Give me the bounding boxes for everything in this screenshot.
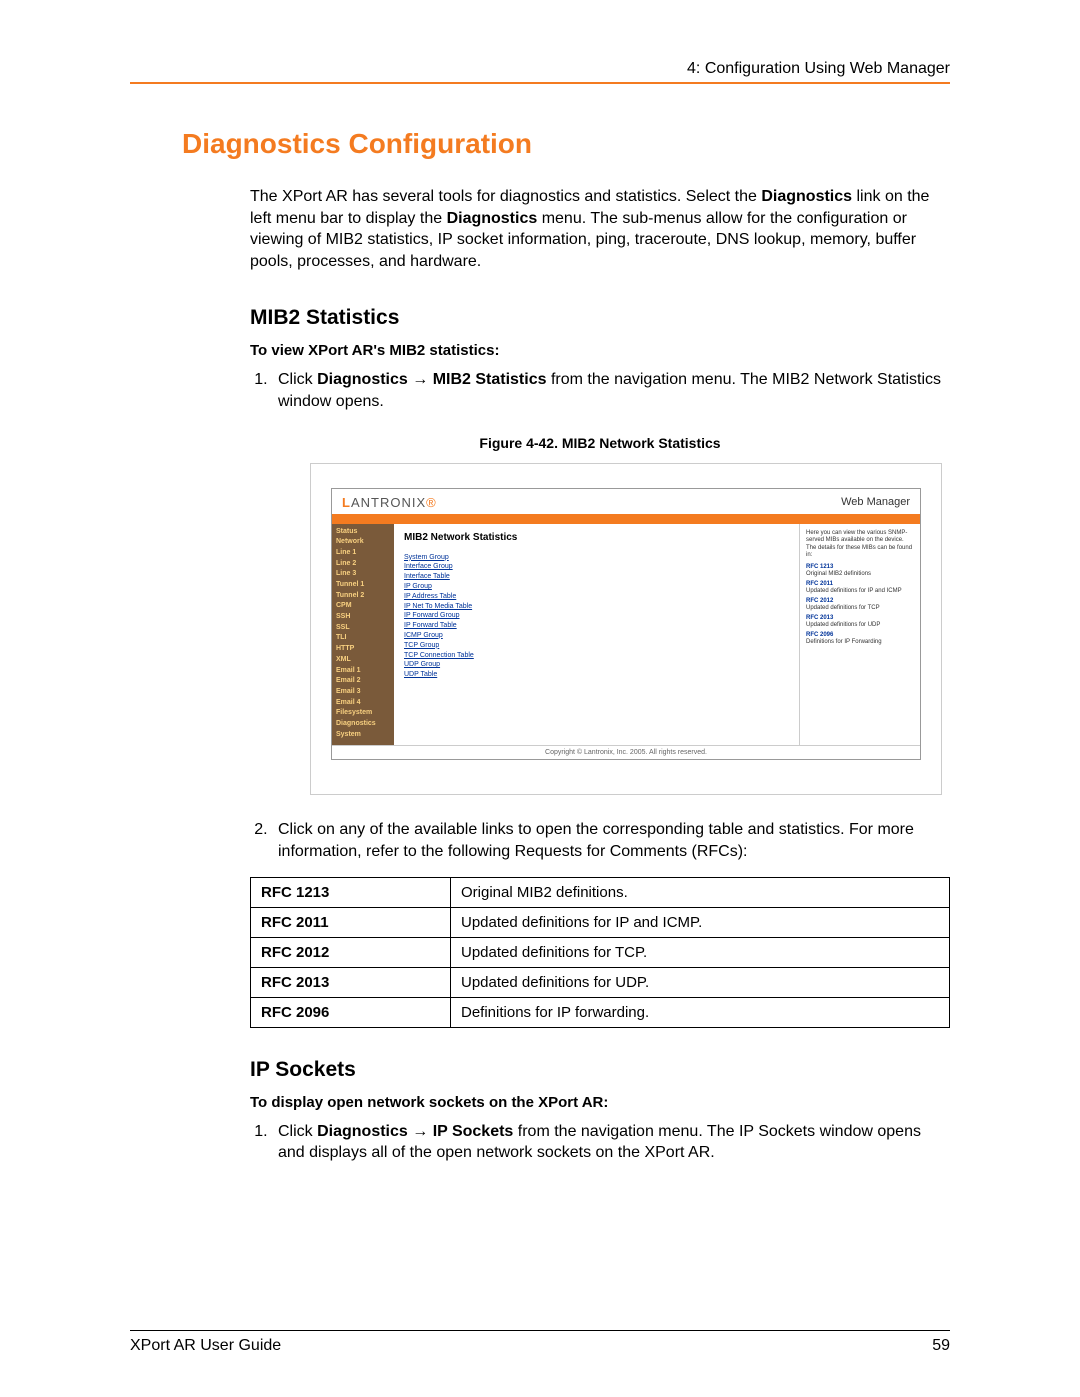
sidebar-item: HTTP — [336, 645, 390, 653]
table-row: RFC 2096Definitions for IP forwarding. — [251, 997, 950, 1027]
sidebar-item: Line 1 — [336, 549, 390, 557]
sidebar-item: Email 2 — [336, 677, 390, 685]
rfc-key: RFC 2011 — [251, 907, 451, 937]
sidebar-item: System — [336, 731, 390, 739]
sidebar-item: Email 3 — [336, 688, 390, 696]
table-row: RFC 1213Original MIB2 definitions. — [251, 877, 950, 907]
sidebar-item: SSH — [336, 613, 390, 621]
mib2-link: IP Address Table — [404, 592, 789, 602]
mib2-link: Interface Group — [404, 562, 789, 572]
mib2-link: System Group — [404, 553, 789, 563]
step-arrow: → — [408, 371, 433, 388]
rfc-desc: Updated definitions for IP and ICMP. — [451, 907, 950, 937]
sidebar-item: Line 3 — [336, 570, 390, 578]
rfc-desc: Updated definitions for TCP. — [451, 937, 950, 967]
sidebar-item: Email 4 — [336, 699, 390, 707]
step-text: Click — [278, 1123, 317, 1140]
step-text: Click — [278, 371, 317, 388]
step-bold: Diagnostics — [317, 371, 408, 388]
rfc-desc: Original MIB2 definitions. — [451, 877, 950, 907]
mib2-step-1: Click Diagnostics → MIB2 Statistics from… — [272, 369, 950, 412]
mib2-link: IP Group — [404, 582, 789, 592]
rfc-desc: Definitions for IP forwarding. — [451, 997, 950, 1027]
step-bold-2: IP Sockets — [433, 1123, 514, 1140]
screenshot-center: MIB2 Network Statistics System GroupInte… — [394, 524, 800, 746]
sidebar-item: Tunnel 2 — [336, 592, 390, 600]
intro-bold-2: Diagnostics — [447, 210, 538, 227]
ipsockets-lead: To display open network sockets on the X… — [250, 1094, 950, 1111]
step-bold: Diagnostics — [317, 1123, 408, 1140]
screenshot-center-title: MIB2 Network Statistics — [404, 532, 789, 543]
mib2-link: TCP Group — [404, 641, 789, 651]
table-row: RFC 2013Updated definitions for UDP. — [251, 967, 950, 997]
lantronix-logo: LANTRONIX® — [342, 495, 437, 510]
sidebar-item: TLI — [336, 634, 390, 642]
web-manager-label: Web Manager — [841, 496, 910, 508]
rfc-key: RFC 2013 — [251, 967, 451, 997]
rfc-key: RFC 2012 — [251, 937, 451, 967]
rfc-key: RFC 2096 — [251, 997, 451, 1027]
rfc-key: RFC 1213 — [251, 877, 451, 907]
sidebar-item: Status — [336, 528, 390, 536]
screenshot-copyright: Copyright © Lantronix, Inc. 2005. All ri… — [332, 745, 920, 759]
mib2-link: IP Net To Media Table — [404, 602, 789, 612]
sidebar-item: Tunnel 1 — [336, 581, 390, 589]
sidebar-item: XML — [336, 656, 390, 664]
mib2-link: ICMP Group — [404, 631, 789, 641]
footer-left: XPort AR User Guide — [130, 1337, 281, 1355]
mib2-link: UDP Table — [404, 670, 789, 680]
figure-screenshot: LANTRONIX® Web Manager Status Network Line… — [310, 463, 942, 796]
mib2-step-2: Click on any of the available links to o… — [272, 819, 950, 862]
step-bold-2: MIB2 Statistics — [433, 371, 547, 388]
rfc-desc: Updated definitions for UDP. — [451, 967, 950, 997]
sidebar-item: Filesystem — [336, 709, 390, 717]
running-header: 4: Configuration Using Web Manager — [130, 60, 950, 78]
sidebar-item: CPM — [336, 602, 390, 610]
rfc-table: RFC 1213Original MIB2 definitions.RFC 20… — [250, 877, 950, 1028]
step-arrow: → — [408, 1123, 433, 1140]
screenshot-right: Here you can view the various SNMP-serve… — [800, 524, 920, 746]
intro-bold-1: Diagnostics — [761, 188, 852, 205]
header-rule — [130, 82, 950, 84]
page-footer: XPort AR User Guide 59 — [130, 1330, 950, 1355]
ipsockets-heading: IP Sockets — [250, 1058, 950, 1082]
page-title: Diagnostics Configuration — [182, 128, 950, 160]
screenshot-sidebar: Status Network Line 1 Line 2 Line 3 Tunnel 1 T… — [332, 524, 394, 746]
mib2-link: Interface Table — [404, 572, 789, 582]
mib2-lead: To view XPort AR's MIB2 statistics: — [250, 342, 950, 359]
sidebar-item: Email 1 — [336, 667, 390, 675]
figure-caption: Figure 4-42. MIB2 Network Statistics — [250, 435, 950, 451]
table-row: RFC 2011Updated definitions for IP and I… — [251, 907, 950, 937]
sidebar-item: SSL — [336, 624, 390, 632]
mib2-link: IP Forward Table — [404, 621, 789, 631]
intro-text: The XPort AR has several tools for diagn… — [250, 188, 761, 205]
mib2-link: IP Forward Group — [404, 611, 789, 621]
mib2-heading: MIB2 Statistics — [250, 306, 950, 330]
sidebar-item: Diagnostics — [336, 720, 390, 728]
orange-bar — [332, 514, 920, 524]
screenshot-links: System GroupInterface GroupInterface Tab… — [404, 553, 789, 680]
table-row: RFC 2012Updated definitions for TCP. — [251, 937, 950, 967]
intro-paragraph: The XPort AR has several tools for diagn… — [250, 186, 950, 272]
mib2-link: TCP Connection Table — [404, 651, 789, 661]
footer-page-number: 59 — [932, 1337, 950, 1355]
sidebar-item: Line 2 — [336, 560, 390, 568]
ipsockets-step-1: Click Diagnostics → IP Sockets from the … — [272, 1121, 950, 1164]
sidebar-item: Network — [336, 538, 390, 546]
mib2-link: UDP Group — [404, 660, 789, 670]
